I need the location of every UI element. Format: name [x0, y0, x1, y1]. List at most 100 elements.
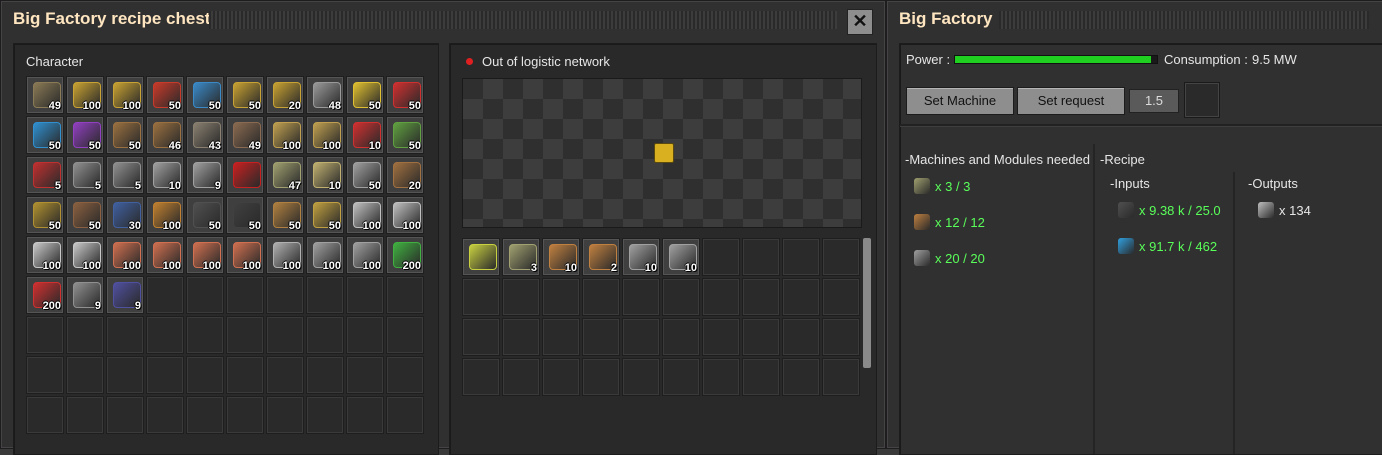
inventory-slot[interactable]: 10: [542, 238, 580, 276]
inventory-slot[interactable]: 100: [346, 236, 384, 274]
inventory-slot[interactable]: 50: [66, 116, 104, 154]
inventory-slot[interactable]: 10: [346, 116, 384, 154]
inventory-slot[interactable]: 43: [186, 116, 224, 154]
inventory-slot[interactable]: 50: [386, 116, 424, 154]
inventory-slot[interactable]: 50: [306, 196, 344, 234]
inventory-slot[interactable]: 50: [106, 116, 144, 154]
empty-slot[interactable]: [702, 278, 740, 316]
empty-slot[interactable]: [346, 356, 384, 394]
empty-slot[interactable]: [346, 276, 384, 314]
inventory-slot[interactable]: 100: [186, 236, 224, 274]
empty-slot[interactable]: [702, 238, 740, 276]
inventory-slot[interactable]: 100: [386, 196, 424, 234]
empty-slot[interactable]: [226, 356, 264, 394]
empty-slot[interactable]: [66, 316, 104, 354]
inventory-slot[interactable]: 100: [106, 76, 144, 114]
empty-slot[interactable]: [462, 358, 500, 396]
empty-slot[interactable]: [386, 276, 424, 314]
empty-slot[interactable]: [106, 356, 144, 394]
inventory-slot[interactable]: 100: [266, 116, 304, 154]
empty-slot[interactable]: [226, 316, 264, 354]
empty-slot[interactable]: [502, 318, 540, 356]
empty-slot[interactable]: [106, 316, 144, 354]
empty-slot[interactable]: [146, 276, 184, 314]
empty-slot[interactable]: [306, 276, 344, 314]
empty-slot[interactable]: [386, 316, 424, 354]
request-amount-field[interactable]: 1.5: [1129, 89, 1179, 113]
inventory-slot[interactable]: 49: [226, 116, 264, 154]
machine-slot[interactable]: [1184, 82, 1220, 118]
inventory-slot[interactable]: 50: [66, 196, 104, 234]
empty-slot[interactable]: [822, 318, 860, 356]
empty-slot[interactable]: [782, 238, 820, 276]
inventory-slot[interactable]: 50: [26, 116, 64, 154]
inventory-slot[interactable]: 100: [106, 236, 144, 274]
inventory-slot[interactable]: 20: [266, 76, 304, 114]
empty-slot[interactable]: [26, 316, 64, 354]
empty-slot[interactable]: [146, 316, 184, 354]
empty-slot[interactable]: [186, 316, 224, 354]
empty-slot[interactable]: [582, 278, 620, 316]
empty-slot[interactable]: [822, 358, 860, 396]
inventory-slot[interactable]: 5: [106, 156, 144, 194]
empty-slot[interactable]: [266, 316, 304, 354]
inventory-slot[interactable]: 46: [146, 116, 184, 154]
empty-slot[interactable]: [66, 356, 104, 394]
empty-slot[interactable]: [502, 278, 540, 316]
empty-slot[interactable]: [306, 356, 344, 394]
empty-slot[interactable]: [462, 318, 500, 356]
inventory-slot[interactable]: 49: [26, 76, 64, 114]
empty-slot[interactable]: [582, 358, 620, 396]
empty-slot[interactable]: [266, 396, 304, 434]
empty-slot[interactable]: [306, 396, 344, 434]
empty-slot[interactable]: [186, 356, 224, 394]
inventory-slot[interactable]: 20: [386, 156, 424, 194]
chest-title-drag-handle[interactable]: [209, 11, 837, 29]
inventory-slot[interactable]: 100: [146, 196, 184, 234]
inventory-slot[interactable]: 50: [146, 76, 184, 114]
inventory-slot[interactable]: 50: [386, 76, 424, 114]
inventory-slot[interactable]: 100: [266, 236, 304, 274]
inventory-slot[interactable]: 50: [186, 76, 224, 114]
inventory-slot[interactable]: 50: [26, 196, 64, 234]
empty-slot[interactable]: [662, 318, 700, 356]
inventory-slot[interactable]: 5: [66, 156, 104, 194]
empty-slot[interactable]: [622, 318, 660, 356]
empty-slot[interactable]: [782, 358, 820, 396]
inventory-slot[interactable]: 5: [26, 156, 64, 194]
inventory-slot[interactable]: 10: [146, 156, 184, 194]
inventory-slot[interactable]: 200: [26, 276, 64, 314]
inventory-slot[interactable]: 100: [26, 236, 64, 274]
empty-slot[interactable]: [386, 356, 424, 394]
factory-title-drag-handle[interactable]: [999, 11, 1369, 29]
empty-slot[interactable]: [306, 316, 344, 354]
empty-slot[interactable]: [662, 358, 700, 396]
inventory-slot[interactable]: 9: [106, 276, 144, 314]
inventory-slot[interactable]: 50: [226, 76, 264, 114]
empty-slot[interactable]: [226, 396, 264, 434]
inventory-slot[interactable]: 50: [186, 196, 224, 234]
empty-slot[interactable]: [662, 278, 700, 316]
empty-slot[interactable]: [346, 316, 384, 354]
empty-slot[interactable]: [186, 276, 224, 314]
empty-slot[interactable]: [782, 278, 820, 316]
inventory-slot[interactable]: [226, 156, 264, 194]
empty-slot[interactable]: [26, 396, 64, 434]
inventory-slot[interactable]: 50: [266, 196, 304, 234]
empty-slot[interactable]: [146, 356, 184, 394]
empty-slot[interactable]: [462, 278, 500, 316]
inventory-slot[interactable]: 2: [582, 238, 620, 276]
empty-slot[interactable]: [542, 358, 580, 396]
empty-slot[interactable]: [782, 318, 820, 356]
empty-slot[interactable]: [386, 396, 424, 434]
inventory-slot[interactable]: [462, 238, 500, 276]
empty-slot[interactable]: [502, 358, 540, 396]
empty-slot[interactable]: [26, 356, 64, 394]
inventory-slot[interactable]: 50: [346, 76, 384, 114]
inventory-slot[interactable]: 48: [306, 76, 344, 114]
inventory-slot[interactable]: 100: [306, 116, 344, 154]
inventory-slot[interactable]: 100: [346, 196, 384, 234]
close-button[interactable]: ✕: [847, 9, 873, 35]
set-request-button[interactable]: Set request: [1017, 87, 1125, 115]
inventory-slot[interactable]: 9: [66, 276, 104, 314]
